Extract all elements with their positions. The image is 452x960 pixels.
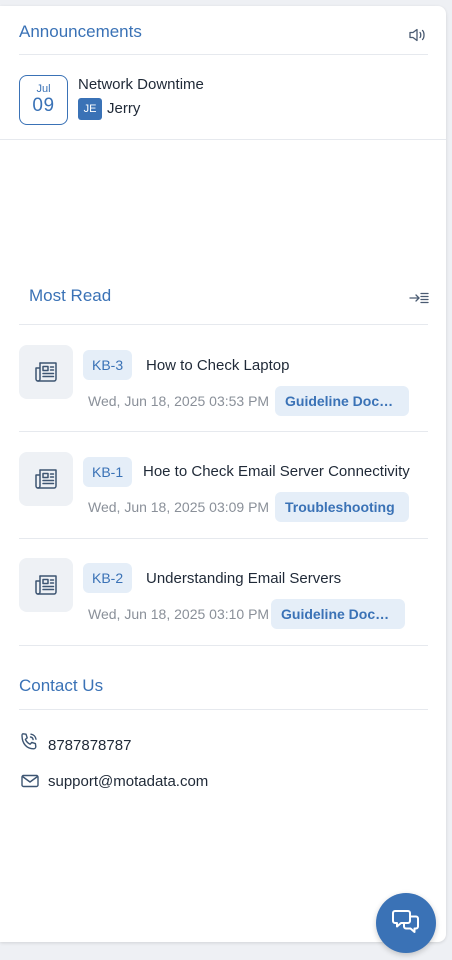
kb-category-tag[interactable]: Troubleshooting [275,492,409,522]
announcement-day: 09 [32,95,55,116]
contact-phone[interactable]: 8787878787 [48,737,131,754]
kb-date: Wed, Jun 18, 2025 03:53 PM [88,393,270,409]
kb-date: Wed, Jun 18, 2025 03:10 PM [88,606,270,622]
phone-icon [19,732,39,757]
most-read-title: Most Read [29,286,112,305]
kb-id: KB-3 [83,350,133,380]
item-divider [19,645,428,646]
kb-id: KB-1 [83,457,133,487]
newspaper-icon [19,452,73,506]
announcements-bottom-divider [0,139,446,140]
announcements-title: Announcements [19,22,142,41]
contact-title: Contact Us [19,676,104,695]
chat-button[interactable] [376,893,436,953]
item-divider [19,431,428,432]
chat-icon [392,908,420,939]
contact-email[interactable]: support@motadata.com [48,773,208,790]
mail-icon [21,774,39,793]
newspaper-icon [19,345,73,399]
newspaper-icon [19,558,73,612]
kb-category-tag[interactable]: Guideline Documents [271,599,405,629]
kb-title[interactable]: How to Check Laptop [146,357,421,374]
kb-id: KB-2 [83,563,133,593]
announcement-date: Jul 09 [19,75,68,125]
expand-list-icon[interactable] [409,291,429,310]
announcements-divider [19,54,428,55]
kb-title[interactable]: Understanding Email Servers [146,570,421,587]
kb-date: Wed, Jun 18, 2025 03:09 PM [88,499,270,515]
announcement-title[interactable]: Network Downtime [78,76,204,93]
announcement-user: Jerry [107,100,141,117]
kb-category-tag[interactable]: Guideline Documents [275,386,409,416]
contact-divider [19,709,428,710]
kb-title[interactable]: Hoe to Check Email Server Connectivity [143,463,418,480]
side-panel: Announcements Jul 09 Network Downtime JE… [0,6,446,953]
most-read-divider [19,324,428,325]
announcement-month: Jul [36,83,51,95]
speaker-icon[interactable] [408,27,428,48]
item-divider [19,538,428,539]
avatar: JE [78,98,102,120]
